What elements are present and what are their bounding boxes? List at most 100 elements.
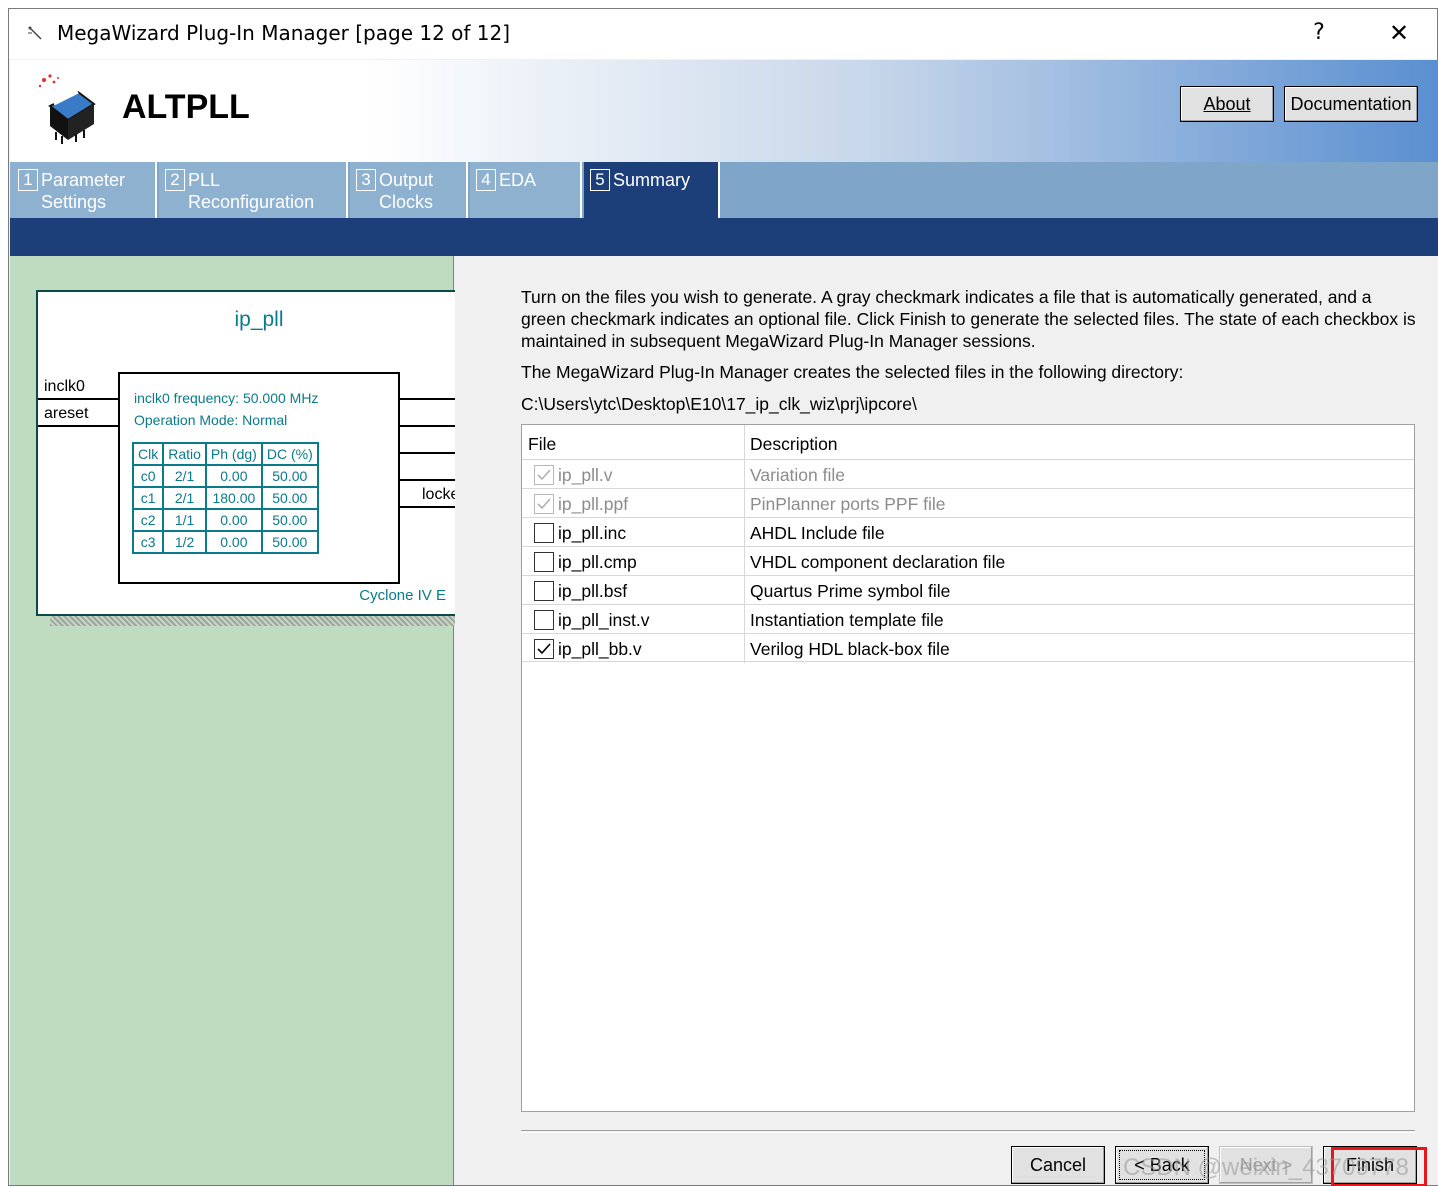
cell-ratio: 1/2 — [162, 530, 207, 554]
cancel-button[interactable]: Cancel — [1011, 1146, 1105, 1184]
file-list-header: File Description — [522, 425, 1414, 459]
tab-number: 3 — [356, 169, 376, 191]
file-checkbox[interactable] — [534, 465, 554, 485]
tab-pll-reconfiguration[interactable]: 2 PLL Reconfiguration — [159, 162, 348, 218]
file-checkbox[interactable] — [534, 639, 554, 659]
tab-strip: 1 Parameter Settings 2 PLL Reconfiguration 3… — [10, 162, 1438, 218]
file-description: Variation file — [750, 465, 846, 485]
watermark: CSDN @weixin_43709778 — [1123, 1154, 1409, 1181]
tab-number: 5 — [590, 169, 610, 191]
tab-summary[interactable]: 5 Summary — [584, 162, 720, 218]
tab-number: 1 — [18, 169, 38, 191]
file-checkbox[interactable] — [534, 610, 554, 630]
tab-label-line2: Reconfiguration — [188, 192, 315, 212]
file-description: Quartus Prime symbol file — [750, 581, 951, 601]
documentation-button[interactable]: Documentation — [1284, 86, 1418, 122]
file-description: VHDL component declaration file — [750, 552, 1006, 572]
input-frequency: inclk0 frequency: 50.000 MHz — [134, 390, 319, 406]
file-name: ip_pll_bb.v — [558, 639, 642, 659]
help-button[interactable]: ? — [1305, 17, 1333, 49]
cell-clk: c0 — [131, 464, 165, 488]
cell-clk: c3 — [131, 530, 165, 554]
list-item: ip_pll.cmp VHDL component declaration fi… — [522, 546, 1414, 576]
cell-phase: 0.00 — [204, 508, 263, 532]
column-divider — [744, 518, 745, 547]
file-name: ip_pll_inst.v — [558, 610, 650, 630]
wire-areset — [38, 425, 118, 427]
list-item: ip_pll_bb.v Verilog HDL black-box file — [522, 633, 1414, 663]
clock-settings-table: Clk Ratio Ph (dg) DC (%) c0 2/1 0.00 50.… — [131, 442, 319, 554]
table-header-row: Clk Ratio Ph (dg) DC (%) — [131, 442, 319, 466]
file-description: PinPlanner ports PPF file — [750, 494, 946, 514]
column-header-description: Description — [750, 434, 838, 454]
megawizard-chip-icon — [38, 74, 96, 144]
cell-phase: 180.00 — [204, 486, 263, 510]
cell-duty-cycle: 50.00 — [260, 486, 319, 510]
file-checkbox[interactable] — [534, 494, 554, 514]
wire-inclk0 — [38, 398, 118, 400]
column-divider — [744, 576, 745, 605]
list-item: ip_pll.bsf Quartus Prime symbol file — [522, 575, 1414, 605]
column-divider — [744, 605, 745, 634]
close-button[interactable]: ✕ — [1383, 17, 1415, 49]
pin-areset: areset — [44, 405, 89, 422]
list-item: ip_pll.ppf PinPlanner ports PPF file — [522, 488, 1414, 518]
output-directory-path: C:\Users\ytc\Desktop\E10\17_ip_clk_wiz\p… — [521, 394, 917, 414]
table-row: c2 1/1 0.00 50.00 — [131, 508, 319, 532]
file-name: ip_pll.inc — [558, 523, 627, 543]
tab-label-line2: Settings — [41, 192, 107, 212]
col-duty-cycle: DC (%) — [260, 442, 319, 466]
cell-clk: c1 — [131, 486, 165, 510]
col-phase: Ph (dg) — [204, 442, 263, 466]
column-divider — [744, 425, 745, 459]
symbol-name: ip_pll — [234, 308, 284, 331]
tab-parameter-settings[interactable]: 1 Parameter Settings — [10, 162, 157, 218]
tab-label-line2: Clocks — [379, 192, 434, 212]
checkmark-icon — [537, 469, 551, 481]
tab-label-line1: Output — [379, 170, 434, 190]
product-name: ALTPLL — [122, 88, 250, 126]
column-divider — [744, 489, 745, 518]
list-item: ip_pll.inc AHDL Include file — [522, 517, 1414, 547]
wizard-app-icon — [28, 26, 42, 40]
about-button[interactable]: About — [1180, 86, 1274, 122]
file-checkbox[interactable] — [534, 523, 554, 543]
cell-ratio: 2/1 — [162, 464, 207, 488]
tab-number: 4 — [476, 169, 496, 191]
file-name: ip_pll.cmp — [558, 552, 637, 572]
directory-intro: The MegaWizard Plug-In Manager creates t… — [521, 362, 1184, 382]
window-title: MegaWizard Plug-In Manager [page 12 of 1… — [57, 21, 511, 45]
cell-duty-cycle: 50.00 — [260, 530, 319, 554]
tab-content-band — [10, 218, 1438, 256]
col-clk: Clk — [131, 442, 165, 466]
pll-symbol: ip_pll inclk0 areset c0 c1 c2 c3 locked … — [36, 290, 482, 616]
col-ratio: Ratio — [162, 442, 207, 466]
file-checkbox[interactable] — [534, 552, 554, 572]
file-name: ip_pll.bsf — [558, 581, 628, 601]
tab-label-line1: Summary — [613, 170, 691, 190]
file-list: File Description ip_pll.v Variation file… — [521, 424, 1415, 1112]
cell-ratio: 1/1 — [162, 508, 207, 532]
pll-block: inclk0 frequency: 50.000 MHz Operation M… — [118, 372, 400, 584]
cell-duty-cycle: 50.00 — [260, 464, 319, 488]
column-divider — [744, 634, 745, 663]
tab-label-line1: Parameter — [41, 170, 126, 190]
column-divider — [744, 547, 745, 576]
file-checkbox[interactable] — [534, 581, 554, 601]
tab-number: 2 — [165, 169, 185, 191]
cell-ratio: 2/1 — [162, 486, 207, 510]
tab-eda[interactable]: 4 EDA — [470, 162, 582, 218]
cell-phase: 0.00 — [204, 464, 263, 488]
title-bar: MegaWizard Plug-In Manager [page 12 of 1… — [9, 9, 1437, 59]
header-banner: ALTPLL About Documentation — [10, 60, 1438, 162]
file-description: Instantiation template file — [750, 610, 944, 630]
column-header-file: File — [528, 434, 557, 454]
summary-page: Turn on the files you wish to generate. … — [455, 256, 1438, 1186]
table-row: c1 2/1 180.00 50.00 — [131, 486, 319, 510]
tab-label-line1: PLL — [188, 170, 221, 190]
cell-duty-cycle: 50.00 — [260, 508, 319, 532]
tab-output-clocks[interactable]: 3 Output Clocks — [350, 162, 468, 218]
wizard-window: MegaWizard Plug-In Manager [page 12 of 1… — [8, 8, 1438, 1186]
symbol-panel: ip_pll inclk0 areset c0 c1 c2 c3 locked … — [10, 256, 496, 1185]
file-description: AHDL Include file — [750, 523, 885, 543]
